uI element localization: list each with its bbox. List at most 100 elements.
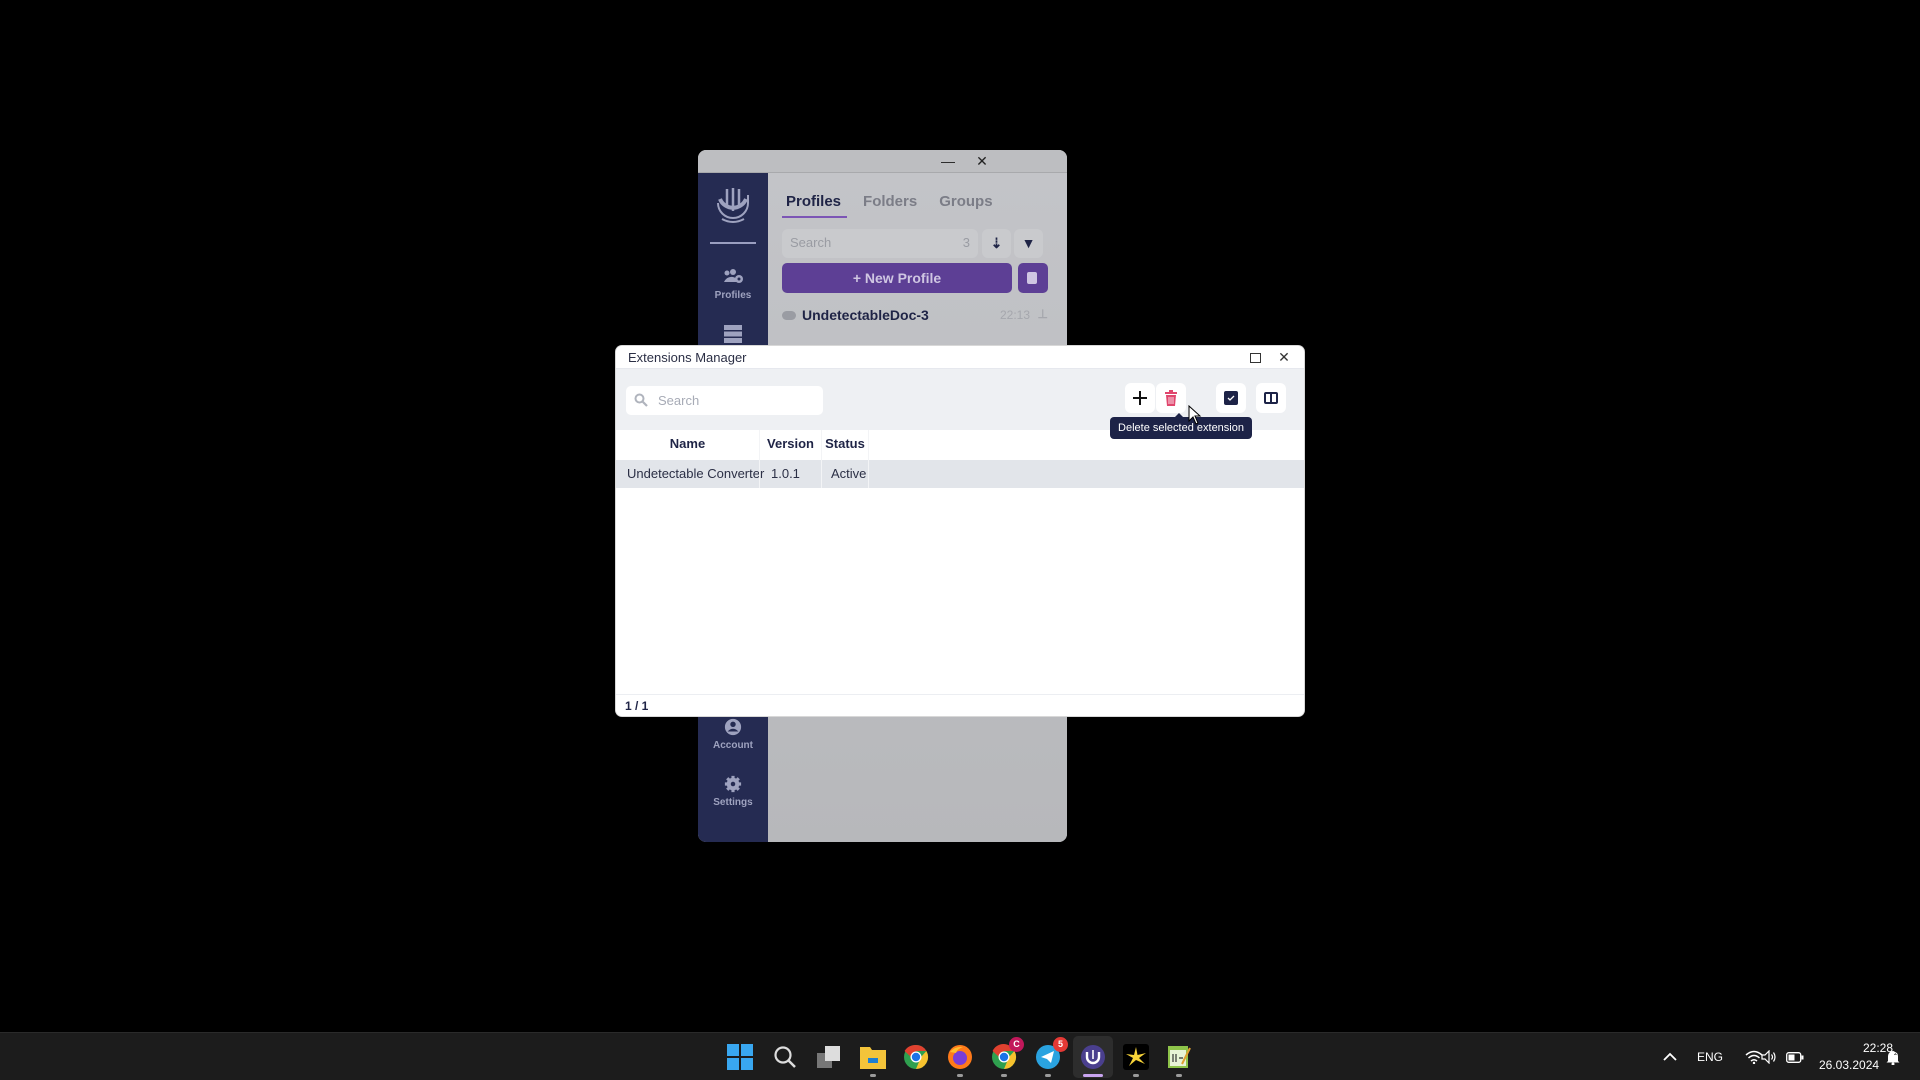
taskbar-app-undetectable[interactable] (1077, 1041, 1109, 1077)
columns-icon (1264, 392, 1278, 404)
taskbar-app-notepad-plus[interactable] (1163, 1041, 1195, 1077)
search-placeholder: Search (790, 235, 832, 250)
show-hidden-icons-button[interactable] (1654, 1041, 1686, 1073)
notification-badge: C (1009, 1037, 1024, 1052)
battery-button[interactable] (1779, 1041, 1811, 1073)
column-header-version[interactable]: Version (760, 430, 821, 458)
new-profile-options-button[interactable] (1018, 263, 1048, 293)
notifications-button[interactable]: z (1877, 1041, 1909, 1073)
taskbar-app-telegram[interactable]: 5 (1032, 1037, 1068, 1077)
filter-icon: ▼ (1021, 235, 1036, 251)
running-indicator (870, 1074, 876, 1077)
profile-time: 22:13 (999, 308, 1030, 322)
table-row[interactable]: Undetectable Converter 1.0.1 Active (616, 460, 1304, 488)
chevron-up-icon (1663, 1052, 1677, 1061)
new-profile-button[interactable]: + New Profile (782, 263, 1012, 293)
active-indicator (1083, 1074, 1103, 1077)
extension-search-input[interactable] (658, 390, 816, 411)
maximize-button[interactable] (1243, 348, 1267, 367)
mouse-cursor-icon (1188, 405, 1202, 425)
tabs: Profiles Folders Groups (781, 193, 993, 218)
search-icon (634, 393, 648, 407)
trash-icon (1165, 390, 1177, 406)
maximize-icon (1250, 353, 1261, 363)
windows-start-icon (727, 1044, 753, 1070)
cell-version: 1.0.1 (771, 466, 800, 481)
add-extension-button[interactable] (1125, 383, 1155, 413)
taskbar-app-file-explorer[interactable] (857, 1041, 889, 1077)
running-indicator (957, 1074, 963, 1077)
running-indicator (1001, 1074, 1007, 1077)
task-view-button[interactable] (813, 1041, 845, 1073)
taskbar-app-chrome-profile[interactable]: C (988, 1037, 1024, 1077)
notepad-icon (1168, 1046, 1191, 1068)
undetectable-icon (1081, 1045, 1105, 1069)
sidebar-item-settings[interactable]: Settings (698, 775, 768, 808)
columns-view-button[interactable] (1256, 383, 1286, 413)
language-indicator[interactable]: ENG (1697, 1050, 1723, 1064)
server-icon (724, 325, 742, 343)
account-icon (724, 718, 742, 736)
sidebar-item-label: Settings (713, 797, 753, 808)
search-icon (774, 1046, 796, 1068)
select-all-button[interactable] (1216, 383, 1246, 413)
gear-icon (724, 775, 742, 793)
start-button[interactable] (724, 1041, 756, 1073)
column-divider[interactable] (759, 430, 760, 488)
starburst-icon (1123, 1044, 1149, 1070)
tab-profiles[interactable]: Profiles (781, 193, 848, 218)
firefox-icon (948, 1045, 972, 1069)
sort-button[interactable]: ⇣ (982, 229, 1011, 258)
taskbar-search-button[interactable] (769, 1041, 801, 1073)
taskbar: C 5 ENG 22:28 26.03.2024 z (0, 1032, 1920, 1080)
minimize-button[interactable]: — (936, 152, 960, 170)
running-indicator (1045, 1074, 1051, 1077)
folder-icon (860, 1047, 886, 1069)
undetectable-logo-icon (717, 188, 749, 223)
column-header-name[interactable]: Name (616, 430, 759, 458)
cell-name: Undetectable Converter (627, 466, 765, 481)
cell-status: Active (831, 466, 867, 481)
close-icon: ✕ (1278, 349, 1290, 365)
filter-button[interactable]: ▼ (1014, 229, 1043, 258)
running-indicator (1133, 1074, 1139, 1077)
extension-search[interactable] (626, 386, 823, 415)
tab-groups[interactable]: Groups (939, 193, 992, 210)
extensions-manager-dialog: Extensions Manager ✕ Delete selected ext… (616, 346, 1304, 716)
users-gear-icon (724, 269, 743, 283)
battery-icon (1786, 1051, 1804, 1063)
dialog-titlebar: Extensions Manager ✕ (616, 346, 1304, 369)
profile-list-item[interactable]: UndetectableDoc-3 22:13 ⊥ (782, 307, 1052, 323)
notification-bell-icon: z (1886, 1050, 1900, 1065)
sidebar-item-label: Profiles (714, 290, 752, 301)
volume-icon (1761, 1050, 1776, 1064)
tab-folders[interactable]: Folders (863, 193, 917, 210)
taskbar-app-star[interactable] (1120, 1041, 1152, 1077)
delete-extension-button[interactable] (1156, 383, 1186, 413)
chrome-icon (904, 1044, 929, 1069)
close-button[interactable]: ✕ (1272, 348, 1296, 367)
clock-date[interactable]: 26.03.2024 (1819, 1058, 1879, 1072)
desktop: — ✕ Profiles Account Settings Profiles F… (0, 0, 1920, 1032)
plus-icon (1133, 391, 1147, 405)
sidebar-item-profiles[interactable]: Profiles (698, 268, 768, 301)
close-button[interactable]: ✕ (970, 152, 994, 170)
taskbar-app-chrome[interactable] (900, 1041, 932, 1073)
checkbox-icon (1224, 391, 1238, 405)
notification-badge: 5 (1053, 1037, 1068, 1052)
sidebar-divider (710, 242, 756, 244)
column-header-status[interactable]: Status (822, 430, 868, 458)
sidebar-item-account[interactable]: Account (698, 718, 768, 751)
task-view-icon (817, 1046, 840, 1068)
pin-icon[interactable]: ⊥ (1038, 307, 1048, 321)
sidebar-item-servers[interactable] (698, 325, 768, 347)
cloud-icon (782, 311, 796, 320)
column-divider[interactable] (821, 430, 822, 488)
svg-text:z: z (1894, 1050, 1897, 1057)
sidebar-item-label: Account (713, 740, 753, 751)
profile-search-input[interactable]: Search 3 (782, 229, 978, 258)
running-indicator (1176, 1074, 1182, 1077)
profile-name: UndetectableDoc-3 (802, 307, 929, 323)
column-divider[interactable] (868, 430, 869, 488)
taskbar-app-firefox[interactable] (944, 1041, 976, 1077)
